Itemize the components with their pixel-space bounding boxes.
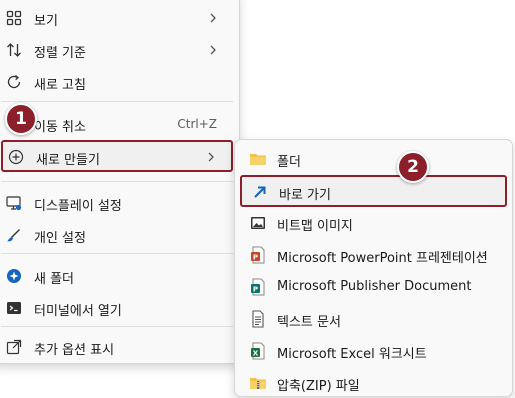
submenu-item-bitmap[interactable]: 비트맵 이미지 [240,208,507,238]
menu-item-view-label: 보기 [34,14,58,29]
submenu-item-zip-label: 압축(ZIP) 파일 [277,379,360,394]
menu-item-personalize[interactable]: 개인 설정 [1,220,233,250]
powerpoint-file-icon: P [249,246,267,264]
step-badge-2: 2 [397,151,429,183]
menu-separator [1,101,233,102]
new-submenu: 폴더 바로 가기 비트맵 이미지 P Microsoft PowerPoint … [234,139,513,397]
submenu-item-powerpoint[interactable]: P Microsoft PowerPoint 프레젠테이션 [240,240,507,270]
menu-item-more-options[interactable]: 추가 옵션 표시 [1,332,233,362]
desktop-context-menu: 보기 정렬 기준 새로 고침 이동 취소 Ctrl+Z 새로 만들기 디스플레이… [0,0,240,364]
folder-icon [249,150,267,168]
menu-item-terminal[interactable]: 터미널에서 열기 [1,293,233,323]
new-folder-sparkle-icon [5,267,23,285]
menu-item-sort-label: 정렬 기준 [34,46,86,61]
step-badge-1: 1 [5,103,37,135]
menu-item-view[interactable]: 보기 [1,3,233,33]
submenu-item-text[interactable]: 텍스트 문서 [240,304,507,334]
menu-item-terminal-label: 터미널에서 열기 [34,304,122,319]
add-circle-icon [7,148,25,166]
submenu-item-zip[interactable]: 압축(ZIP) 파일 [240,368,507,398]
menu-item-more-options-label: 추가 옵션 표시 [34,343,115,358]
submenu-item-powerpoint-label: Microsoft PowerPoint 프레젠테이션 [277,251,488,266]
text-document-icon [249,310,267,328]
chevron-right-icon [210,45,216,55]
bitmap-image-icon [249,214,267,232]
svg-text:P: P [253,286,258,294]
sort-arrows-icon [5,41,23,59]
submenu-item-text-label: 텍스트 문서 [277,315,341,330]
menu-item-personalize-label: 개인 설정 [34,231,86,246]
svg-text:X: X [253,350,259,358]
menu-separator [1,181,233,182]
submenu-item-excel[interactable]: X Microsoft Excel 워크시트 [240,336,507,366]
submenu-item-publisher-label: Microsoft Publisher Document [277,279,472,294]
submenu-item-folder[interactable]: 폴더 [240,144,507,174]
menu-separator [1,253,233,254]
display-settings-icon [5,194,23,212]
shortcut-arrow-icon [251,183,269,201]
menu-item-undo-label: 이동 취소 [34,120,86,135]
menu-item-sort[interactable]: 정렬 기준 [1,35,233,65]
submenu-item-folder-label: 폴더 [277,155,301,170]
submenu-item-shortcut-label: 바로 가기 [279,188,331,203]
publisher-file-icon: P [249,278,267,296]
submenu-item-excel-label: Microsoft Excel 워크시트 [277,347,427,362]
menu-item-display[interactable]: 디스플레이 설정 [1,188,233,218]
menu-item-new[interactable]: 새로 만들기 [1,140,233,172]
submenu-item-shortcut[interactable]: 바로 가기 [240,175,507,207]
brush-icon [5,226,23,244]
zip-folder-icon [249,374,267,392]
chevron-right-icon [210,13,216,23]
terminal-icon [5,299,23,317]
open-external-icon [5,338,23,356]
excel-file-icon: X [249,342,267,360]
chevron-right-icon [208,152,214,162]
view-grid-icon [5,9,23,27]
menu-item-new-label: 새로 만들기 [36,153,100,168]
menu-item-refresh[interactable]: 새로 고침 [1,67,233,97]
menu-item-refresh-label: 새로 고침 [34,78,86,93]
submenu-item-publisher[interactable]: P Microsoft Publisher Document [240,272,507,302]
menu-item-new-folder[interactable]: 새 폴더 [1,261,233,291]
svg-text:P: P [253,254,258,262]
menu-item-display-label: 디스플레이 설정 [34,199,122,214]
menu-item-new-folder-label: 새 폴더 [34,272,75,287]
menu-separator [1,326,233,327]
undo-shortcut: Ctrl+Z [177,117,217,131]
refresh-icon [5,73,23,91]
submenu-item-bitmap-label: 비트맵 이미지 [277,219,353,234]
